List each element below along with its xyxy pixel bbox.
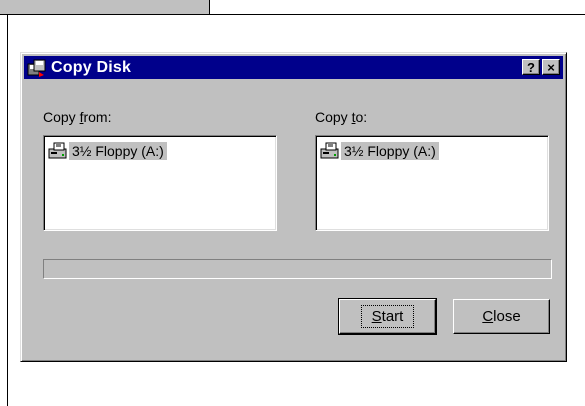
source-drive-item[interactable]: 3½ Floppy (A:)	[48, 142, 167, 160]
copy-from-listbox[interactable]: 3½ Floppy (A:)	[43, 135, 277, 231]
destination-drive-item[interactable]: 3½ Floppy (A:)	[320, 142, 439, 160]
copy-to-label: Copy to:	[315, 109, 368, 125]
background-left-line	[7, 14, 8, 406]
copy-to-listbox[interactable]: 3½ Floppy (A:)	[315, 135, 549, 231]
title-bar[interactable]: Copy Disk ? ×	[24, 56, 563, 79]
floppy-drive-icon	[48, 142, 67, 159]
background-rule	[209, 14, 585, 15]
copy-disk-icon	[27, 59, 46, 77]
copy-from-label: Copy from:	[43, 109, 112, 125]
start-button[interactable]: Start	[338, 298, 437, 335]
copy-disk-dialog: Copy Disk ? × Copy from: Copy to: 3½ Flo…	[20, 52, 567, 362]
dialog-title: Copy Disk	[51, 58, 132, 76]
background-tab	[0, 0, 210, 15]
close-button[interactable]: Close	[453, 299, 550, 334]
source-drive-label: 3½ Floppy (A:)	[69, 142, 167, 160]
floppy-drive-icon	[320, 142, 339, 159]
help-button[interactable]: ?	[522, 59, 540, 75]
close-window-button[interactable]: ×	[542, 59, 560, 75]
destination-drive-label: 3½ Floppy (A:)	[341, 142, 439, 160]
copy-progress-bar	[43, 259, 552, 279]
